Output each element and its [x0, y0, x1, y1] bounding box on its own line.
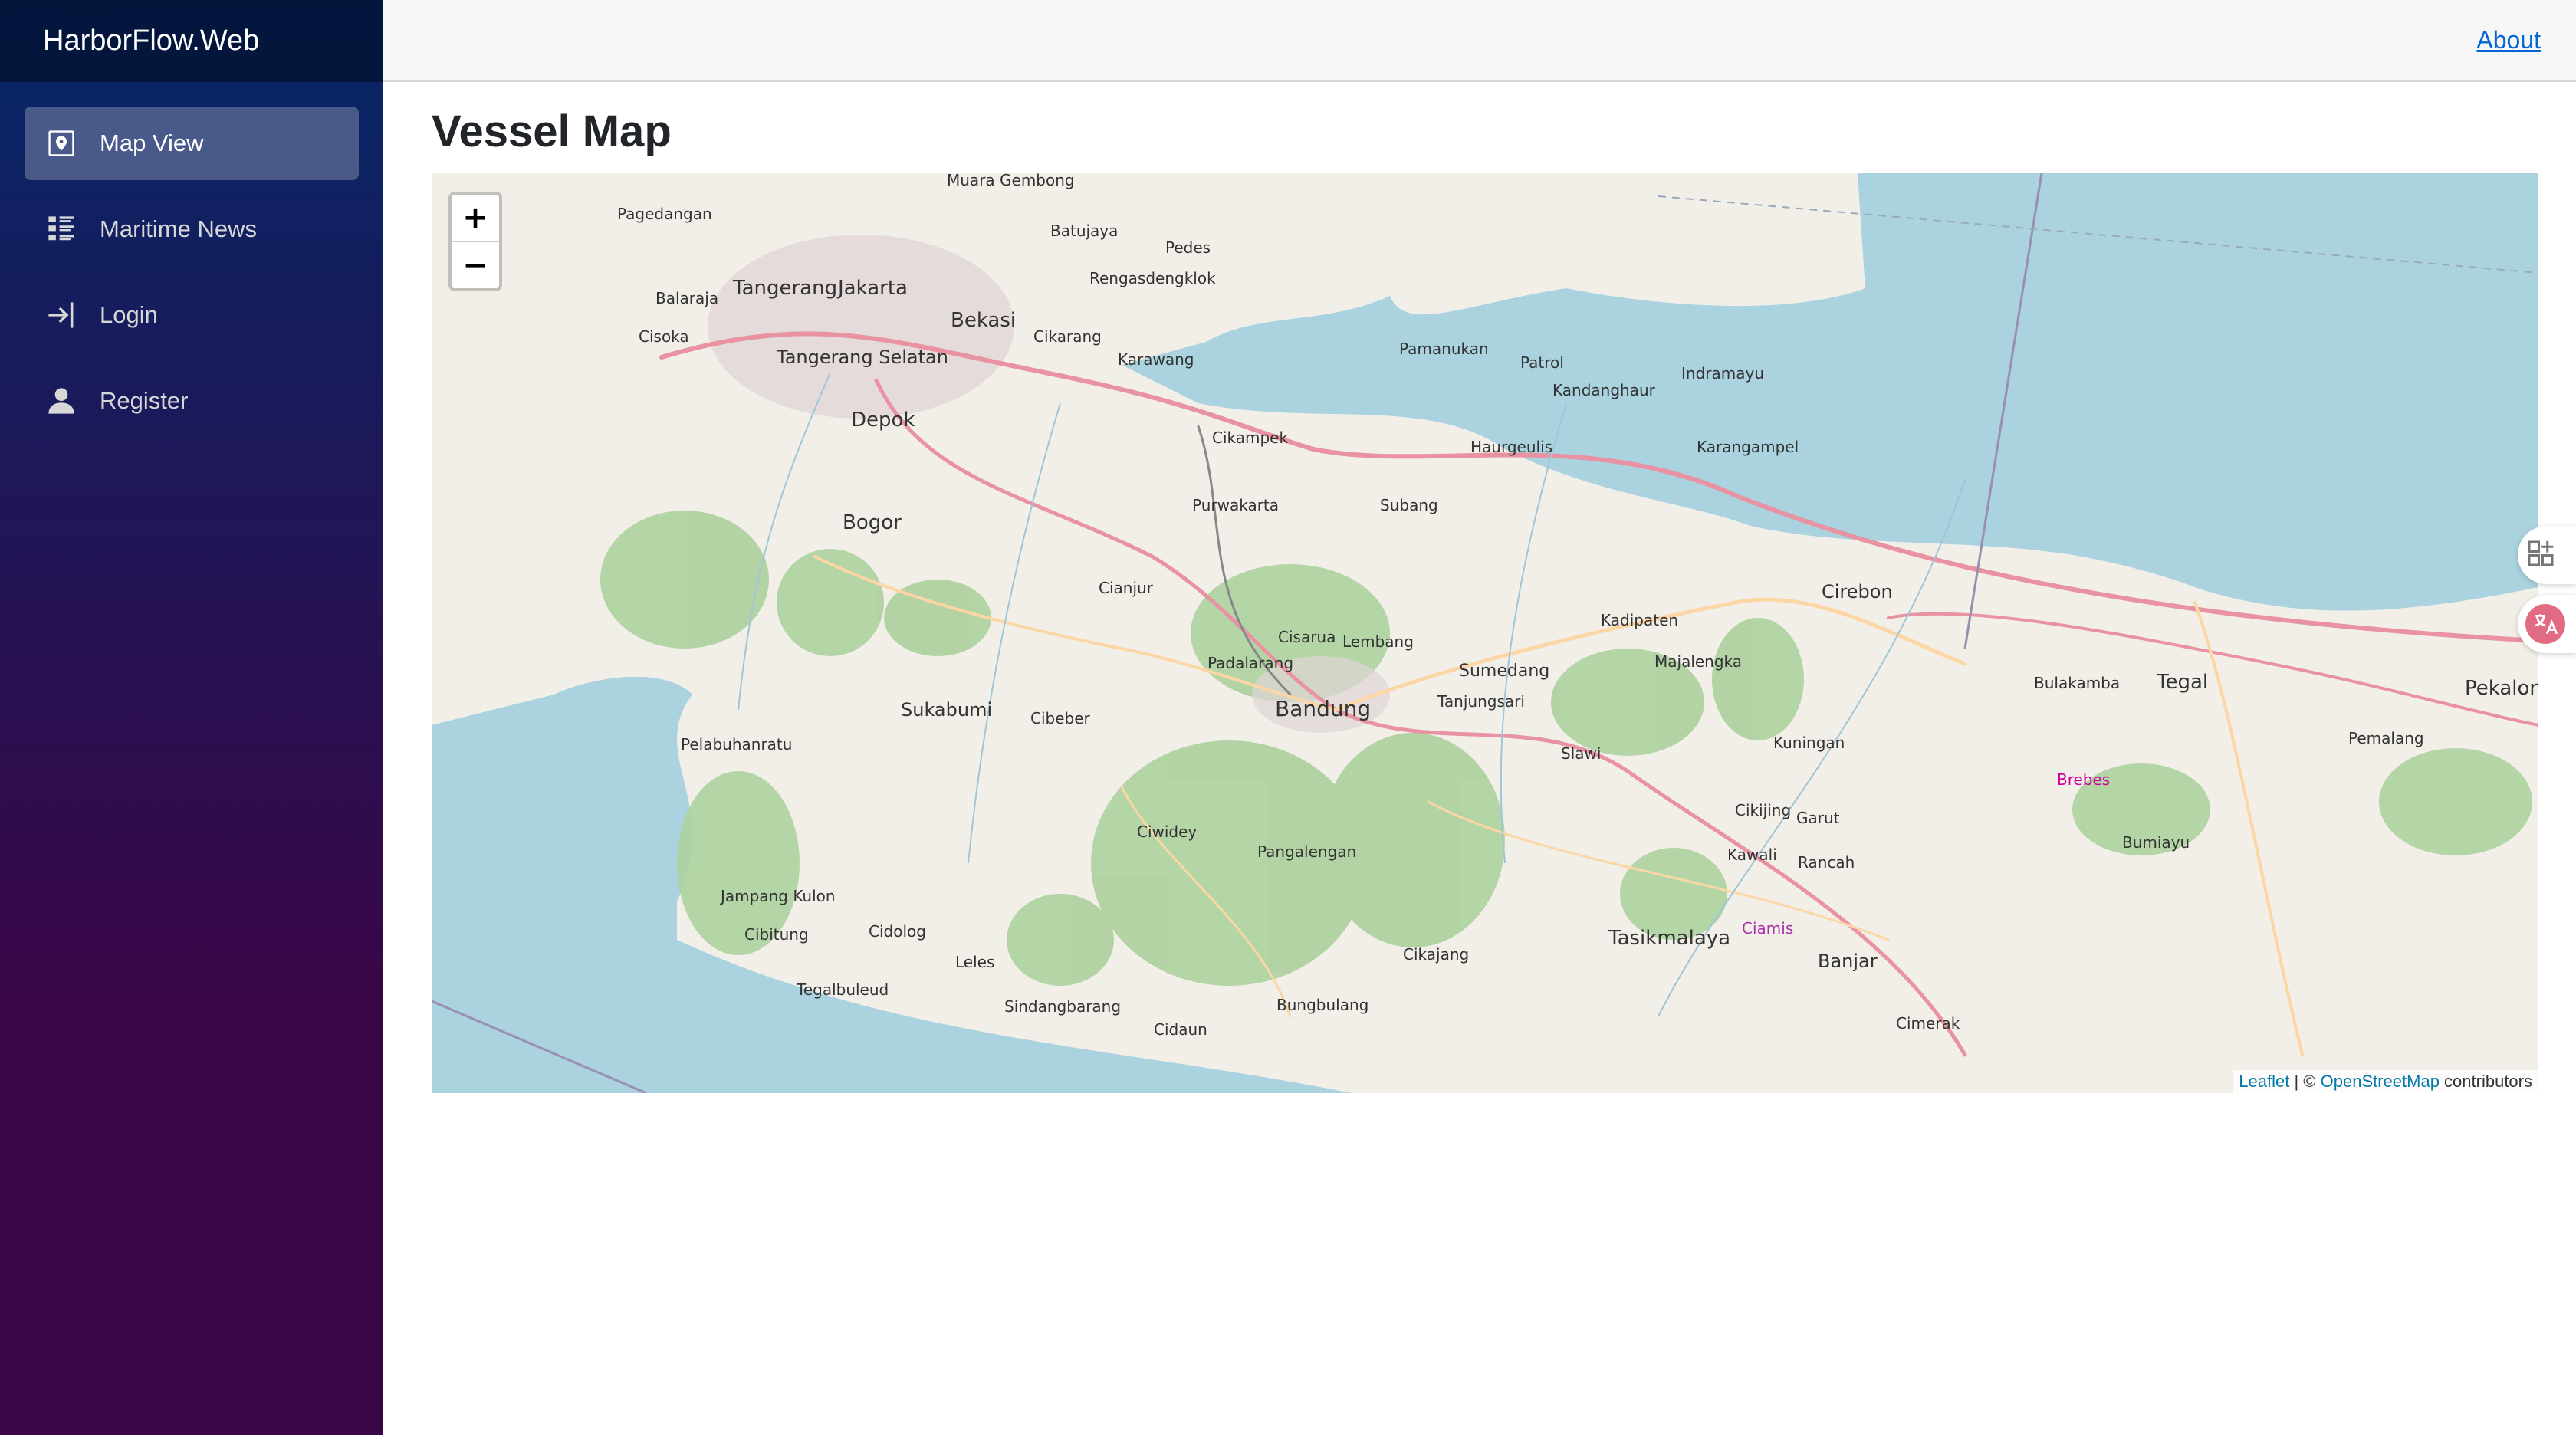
- city-label: Batujaya: [1050, 222, 1118, 240]
- city-label: Tegalbuleud: [796, 980, 889, 999]
- city-label: Leles: [955, 953, 994, 971]
- city-label: Tegal: [2156, 671, 2208, 694]
- sidebar-nav: Map View Maritime News Login Register: [0, 82, 383, 438]
- city-label: Lembang: [1342, 632, 1414, 651]
- zoom-out-button[interactable]: −: [452, 242, 499, 288]
- city-label: Purwakarta: [1192, 496, 1279, 514]
- sidebar-item-login[interactable]: Login: [25, 278, 359, 352]
- city-label: Bulakamba: [2034, 674, 2120, 692]
- attribution-suffix: contributors: [2439, 1072, 2532, 1091]
- attribution-separator: | ©: [2289, 1072, 2321, 1091]
- city-label: Cidolog: [869, 922, 926, 941]
- city-label: Depok: [851, 409, 915, 432]
- city-label: Bumiayu: [2122, 833, 2190, 852]
- sidebar: HarborFlow.Web Map View Maritime News Lo…: [0, 0, 383, 1435]
- city-label: Ciwidey: [1137, 823, 1197, 841]
- city-label: Karangampel: [1697, 438, 1799, 456]
- city-label: Cimerak: [1896, 1014, 1960, 1033]
- city-label: Pelabuhanratu: [681, 735, 792, 754]
- city-label: Cibeber: [1030, 709, 1091, 727]
- city-label: Majalengka: [1654, 652, 1742, 671]
- city-label: Cirebon: [1822, 581, 1893, 603]
- city-label: Patrol: [1520, 353, 1564, 372]
- sidebar-item-label: Register: [100, 387, 189, 414]
- city-label: Padalarang: [1208, 654, 1293, 672]
- city-label: Bogor: [843, 511, 902, 534]
- city-label: Jampang Kulon: [719, 887, 836, 905]
- city-label: Cisarua: [1278, 628, 1336, 646]
- city-label: Bekasi: [951, 309, 1016, 332]
- city-label: Pemalang: [2348, 729, 2424, 747]
- city-label: Sindangbarang: [1004, 997, 1121, 1016]
- login-icon: [46, 300, 77, 330]
- city-label: Pamanukan: [1399, 340, 1489, 358]
- sidebar-item-label: Login: [100, 301, 158, 328]
- city-label: Bandung: [1275, 696, 1371, 721]
- city-label: Cikampek: [1212, 429, 1288, 447]
- sidebar-item-register[interactable]: Register: [25, 364, 359, 438]
- sidebar-item-label: Maritime News: [100, 215, 257, 242]
- city-label: Rancah: [1798, 853, 1855, 872]
- city-label: Banjar: [1818, 951, 1878, 972]
- city-label: Ciamis: [1742, 919, 1793, 938]
- map-attribution: Leaflet | © OpenStreetMap contributors: [2233, 1070, 2538, 1093]
- about-link[interactable]: About: [2476, 26, 2541, 54]
- city-label: Cikijing: [1735, 801, 1791, 819]
- brand-link[interactable]: HarborFlow.Web: [43, 25, 259, 57]
- city-label: Pangalengan: [1257, 842, 1356, 861]
- city-label: Cibitung: [744, 925, 809, 944]
- city-label: Subang: [1380, 496, 1438, 514]
- city-label: Bungbulang: [1276, 996, 1368, 1014]
- city-label: Brebes: [2057, 770, 2110, 789]
- zoom-control: + −: [449, 192, 502, 291]
- city-label: Rengasdengklok: [1089, 269, 1216, 287]
- zoom-in-button[interactable]: +: [452, 195, 499, 242]
- city-label: Tanjungsari: [1437, 692, 1525, 711]
- city-label: Cikarang: [1033, 327, 1102, 346]
- sidebar-item-map-view[interactable]: Map View: [25, 107, 359, 180]
- list-icon: [46, 214, 77, 245]
- city-label: Garut: [1796, 809, 1840, 827]
- city-label: Sukabumi: [901, 699, 992, 721]
- city-label: Indramayu: [1681, 364, 1764, 383]
- grid-plus-widget[interactable]: [2518, 526, 2576, 584]
- city-label: Kadipaten: [1601, 611, 1678, 629]
- city-label: Kuningan: [1773, 734, 1845, 752]
- city-label: Tasikmalaya: [1608, 927, 1730, 950]
- page-title: Vessel Map: [432, 107, 672, 156]
- city-label: Tangerang Selatan: [776, 346, 948, 368]
- city-label: Cikajang: [1403, 945, 1469, 964]
- sidebar-item-maritime-news[interactable]: Maritime News: [25, 192, 359, 266]
- city-label: Sumedang: [1459, 662, 1549, 681]
- sidebar-item-label: Map View: [100, 130, 204, 156]
- city-label: Jakarta: [836, 277, 908, 300]
- grid-plus-icon: [2525, 538, 2556, 573]
- city-label: Cianjur: [1099, 579, 1154, 597]
- brand-row: HarborFlow.Web: [0, 0, 383, 82]
- map-icon: [46, 128, 77, 159]
- city-label: Muara Gembong: [947, 173, 1075, 189]
- city-label: Tangerang: [732, 277, 837, 300]
- osm-link[interactable]: OpenStreetMap: [2321, 1072, 2440, 1091]
- city-label: Cidaun: [1154, 1020, 1208, 1039]
- city-label: Kawali: [1727, 846, 1777, 864]
- city-label: Kandanghaur: [1552, 381, 1656, 399]
- vessel-map[interactable]: Jakarta Tangerang Tangerang Selatan Beka…: [432, 173, 2538, 1093]
- city-label: Pedes: [1165, 238, 1211, 257]
- top-row: About: [383, 0, 2576, 82]
- city-label: Slawi: [1561, 744, 1601, 763]
- leaflet-link[interactable]: Leaflet: [2239, 1072, 2289, 1091]
- city-label: Haurgeulis: [1470, 438, 1552, 456]
- translate-widget[interactable]: [2518, 595, 2576, 653]
- city-label: Balaraja: [656, 289, 718, 307]
- city-label: Pagedangan: [617, 205, 712, 223]
- city-label: Karawang: [1118, 350, 1194, 369]
- map-tiles: Jakarta Tangerang Tangerang Selatan Beka…: [432, 173, 2538, 1093]
- translate-icon: [2525, 604, 2565, 644]
- city-label: Pekalongan: [2465, 677, 2538, 700]
- person-icon: [46, 386, 77, 416]
- city-label: Cisoka: [639, 327, 689, 346]
